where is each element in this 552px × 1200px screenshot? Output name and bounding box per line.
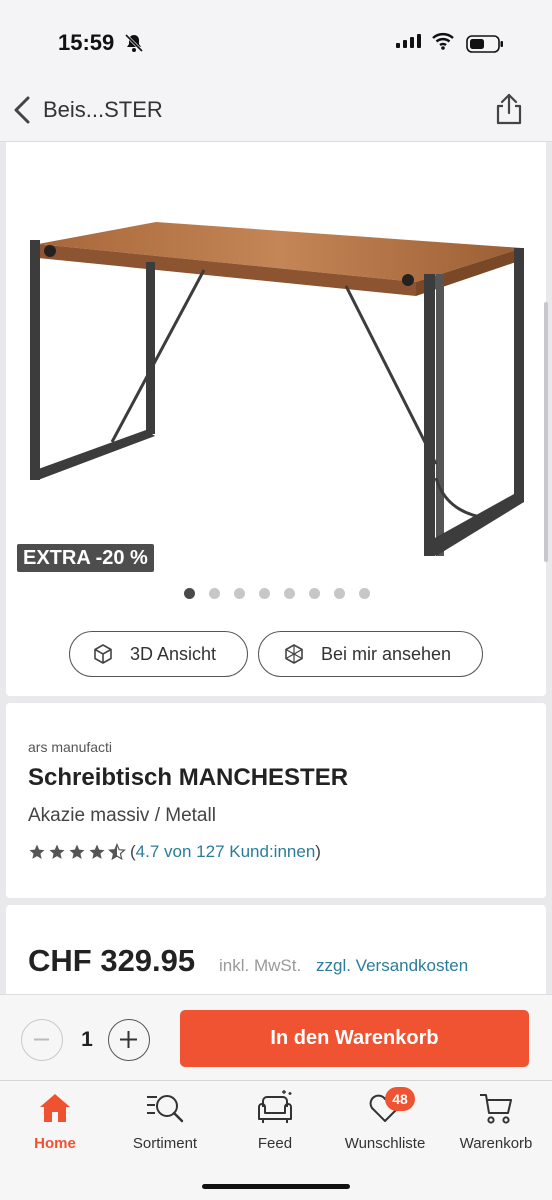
pagination-dot[interactable]	[259, 588, 270, 599]
product-rating[interactable]: (4.7 von 127 Kund:innen)	[28, 842, 321, 862]
status-bar: 15:59	[0, 0, 552, 78]
add-to-cart-button[interactable]: In den Warenkorb	[180, 1010, 529, 1067]
share-icon	[496, 93, 522, 125]
star-half-icon	[108, 843, 126, 861]
shipping-link[interactable]: zzgl. Versandkosten	[316, 956, 468, 976]
rating-paren-close: )	[315, 842, 321, 861]
home-icon	[40, 1094, 70, 1122]
tab-feed[interactable]: Feed	[220, 1087, 330, 1152]
chevron-left-icon	[14, 96, 30, 124]
star-icon	[29, 844, 45, 859]
product-gallery: EXTRA -20 % 3D Ansicht Bei mir ansehen	[6, 142, 548, 696]
pagination-dot[interactable]	[309, 588, 320, 599]
search-list-icon	[147, 1095, 184, 1123]
quantity-decrease-button[interactable]	[21, 1019, 63, 1061]
tab-feed-label: Feed	[257, 1135, 293, 1152]
product-info: ars manufacti Schreibtisch MANCHESTER Ak…	[6, 703, 546, 898]
back-button[interactable]	[10, 94, 36, 126]
tab-cart-label: Warenkorb	[459, 1135, 533, 1152]
vat-note: inkl. MwSt.	[219, 956, 302, 975]
quantity-increase-button[interactable]	[108, 1019, 150, 1061]
tab-sortiment[interactable]: Sortiment	[110, 1087, 220, 1152]
sofa-icon	[258, 1090, 292, 1123]
pagination-dot[interactable]	[209, 588, 220, 599]
star-icon	[49, 844, 65, 859]
pagination-dot[interactable]	[234, 588, 245, 599]
cellular-signal-icon	[396, 34, 422, 53]
pagination-dot[interactable]	[359, 588, 370, 599]
3d-view-label: 3D Ansicht	[130, 643, 217, 664]
wifi-icon	[432, 32, 454, 55]
minus-icon	[34, 1038, 49, 1041]
plus-icon	[120, 1031, 137, 1048]
ar-view-button[interactable]: Bei mir ansehen	[258, 631, 483, 677]
ar-view-label: Bei mir ansehen	[321, 643, 452, 664]
tab-home-label: Home	[34, 1135, 76, 1152]
page-title: Beis...STER	[43, 97, 163, 122]
share-button[interactable]	[494, 92, 524, 126]
tab-wishlist-label: Wunschliste	[344, 1135, 426, 1152]
add-to-cart-bar: 1 In den Warenkorb	[0, 994, 552, 1080]
gallery-pagination	[184, 588, 370, 599]
product-title: Schreibtisch MANCHESTER	[28, 764, 349, 791]
tab-bar: Home Sortiment Feed 48 Wunschliste Waren…	[0, 1080, 552, 1200]
cube-icon	[94, 644, 112, 664]
wishlist-count-badge: 48	[385, 1087, 415, 1111]
navigation-bar: Beis...STER	[0, 78, 552, 142]
pagination-dot[interactable]	[284, 588, 295, 599]
pagination-dot[interactable]	[334, 588, 345, 599]
product-subtitle: Akazie massiv / Metall	[28, 805, 216, 826]
cart-icon	[480, 1094, 512, 1124]
battery-icon	[466, 35, 504, 58]
rating-link[interactable]: 4.7 von 127 Kund:innen	[136, 842, 316, 862]
pagination-dot[interactable]	[184, 588, 195, 599]
status-time: 15:59	[58, 30, 115, 55]
quantity-value: 1	[81, 1028, 93, 1051]
product-price: CHF 329.95	[28, 943, 196, 978]
rating-stars	[28, 843, 126, 861]
tab-sortiment-label: Sortiment	[132, 1135, 198, 1152]
tab-wishlist[interactable]: 48 Wunschliste	[330, 1087, 440, 1152]
product-brand[interactable]: ars manufacti	[28, 739, 112, 755]
tab-home[interactable]: Home	[0, 1087, 110, 1152]
star-icon	[69, 844, 85, 859]
tab-cart[interactable]: Warenkorb	[441, 1087, 551, 1152]
ar-cube-icon	[285, 644, 303, 664]
bell-muted-icon	[124, 33, 144, 58]
discount-badge: EXTRA -20 %	[17, 544, 154, 572]
star-icon	[89, 844, 105, 859]
home-indicator[interactable]	[202, 1184, 350, 1189]
3d-view-button[interactable]: 3D Ansicht	[69, 631, 248, 677]
product-image[interactable]	[16, 222, 536, 567]
scrollbar[interactable]	[544, 302, 548, 562]
